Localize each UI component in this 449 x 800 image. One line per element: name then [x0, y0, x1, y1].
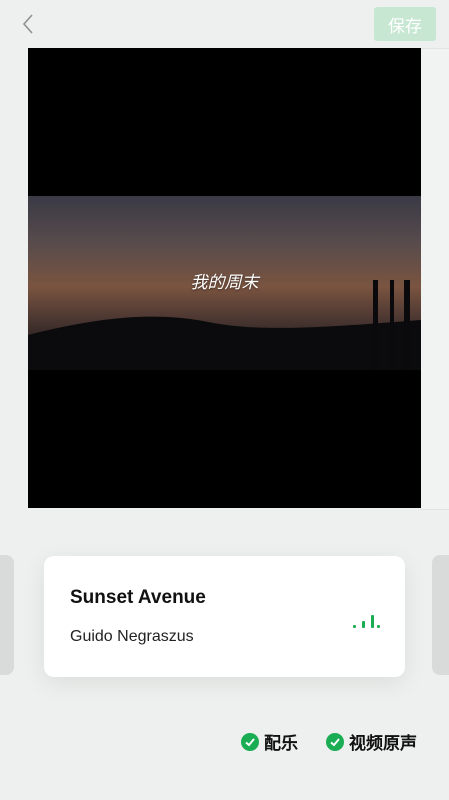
check-circle-icon — [326, 732, 344, 751]
top-bar: 保存 — [0, 0, 449, 48]
audio-options: 配乐 视频原声 — [241, 729, 417, 754]
check-circle-icon — [241, 732, 259, 751]
video-frame-edge — [420, 48, 449, 510]
song-title: Sunset Avenue — [70, 587, 206, 608]
video-preview[interactable]: 我的周末 — [28, 48, 421, 508]
option-original-sound[interactable]: 视频原声 — [326, 729, 417, 754]
video-subtitle: 我的周末 — [190, 273, 259, 293]
equalizer-icon — [353, 614, 381, 628]
prev-music-card[interactable] — [0, 555, 14, 675]
save-button[interactable]: 保存 — [374, 7, 436, 41]
music-card-selected[interactable]: Sunset Avenue Guido Negraszus — [44, 556, 405, 677]
next-music-card[interactable] — [432, 555, 449, 675]
artist-name: Guido Negraszus — [70, 628, 194, 645]
option-original-sound-label: 视频原声 — [349, 734, 417, 754]
option-music[interactable]: 配乐 — [241, 729, 298, 754]
option-music-label: 配乐 — [264, 734, 298, 754]
back-button[interactable] — [16, 12, 40, 36]
chevron-left-icon — [22, 14, 33, 34]
hill-silhouette — [28, 280, 421, 370]
